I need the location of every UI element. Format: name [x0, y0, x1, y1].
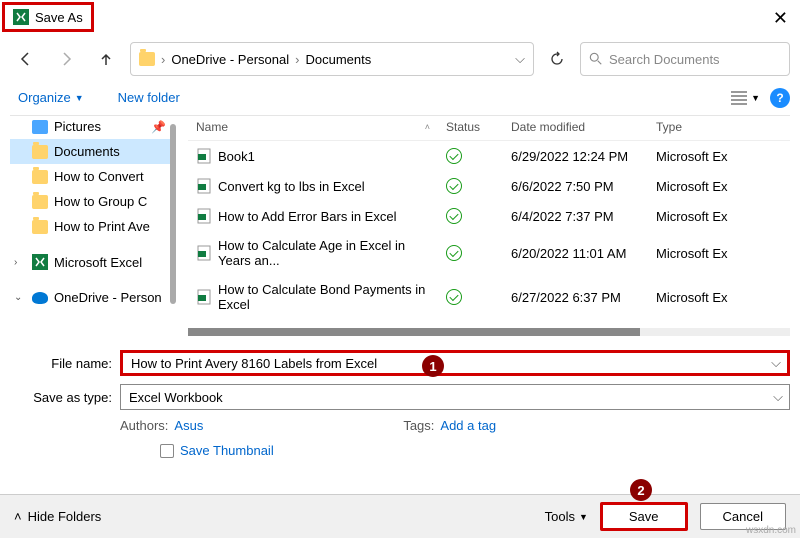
folder-icon	[32, 195, 48, 209]
excel-file-icon	[196, 148, 212, 164]
excel-file-icon	[196, 245, 212, 261]
chevron-down-icon[interactable]: ⌵	[773, 389, 783, 405]
excel-app-icon	[13, 9, 29, 25]
help-button[interactable]: ?	[770, 88, 790, 108]
saveastype-select[interactable]: Excel Workbook⌵	[120, 384, 790, 410]
saveastype-label: Save as type:	[10, 390, 120, 405]
nav-forward-button[interactable]	[50, 43, 82, 75]
tree-item-documents[interactable]: Documents	[10, 139, 170, 164]
nav-up-button[interactable]	[90, 43, 122, 75]
breadcrumb-folder[interactable]: Documents	[305, 52, 371, 67]
refresh-button[interactable]	[542, 44, 572, 74]
tree-item-pictures[interactable]: Pictures📌	[10, 114, 170, 139]
sync-ok-icon	[446, 245, 462, 261]
hide-folders-button[interactable]: ˄Hide Folders	[14, 509, 101, 524]
onedrive-icon	[32, 292, 48, 304]
excel-file-icon	[196, 289, 212, 305]
tags-value[interactable]: Add a tag	[440, 418, 496, 433]
search-icon	[589, 52, 603, 66]
tree-item[interactable]: How to Convert	[10, 164, 170, 189]
file-row[interactable]: How to Add Error Bars in Excel6/4/2022 7…	[188, 201, 790, 231]
folder-icon	[32, 220, 48, 234]
search-input[interactable]: Search Documents	[580, 42, 790, 76]
tree-item-onedrive[interactable]: ⌄OneDrive - Person	[10, 285, 170, 310]
horizontal-scrollbar[interactable]	[188, 328, 790, 336]
sync-ok-icon	[446, 148, 462, 164]
search-placeholder: Search Documents	[609, 52, 720, 67]
window-title-text: Save As	[35, 10, 83, 25]
folder-icon	[32, 145, 48, 159]
excel-icon	[32, 254, 48, 270]
watermark: wsxdn.com	[746, 525, 796, 536]
nav-back-button[interactable]	[10, 43, 42, 75]
save-thumbnail-checkbox[interactable]: Save Thumbnail	[10, 443, 790, 458]
view-options-button[interactable]: ▼	[731, 91, 760, 105]
breadcrumb-root[interactable]: OneDrive - Personal	[171, 52, 289, 67]
filename-input[interactable]: How to Print Avery 8160 Labels from Exce…	[120, 350, 790, 376]
close-button[interactable]: ✕	[773, 8, 788, 29]
crumb-chevron[interactable]: ›	[295, 52, 299, 67]
authors-label: Authors:	[120, 418, 168, 433]
navigation-tree: Pictures📌 Documents How to Convert How t…	[10, 114, 170, 336]
file-row[interactable]: Convert kg to lbs in Excel6/6/2022 7:50 …	[188, 171, 790, 201]
folder-icon	[32, 170, 48, 184]
excel-file-icon	[196, 178, 212, 194]
pictures-icon	[32, 120, 48, 134]
address-dropdown[interactable]: ⌵	[515, 51, 525, 67]
folder-icon	[139, 52, 155, 66]
tree-scrollbar[interactable]	[170, 124, 176, 304]
crumb-chevron[interactable]: ›	[161, 52, 165, 67]
checkbox-icon	[160, 444, 174, 458]
file-row[interactable]: Book16/29/2022 12:24 PMMicrosoft Ex	[188, 141, 790, 171]
chevron-down-icon[interactable]: ⌵	[771, 355, 781, 371]
tree-item[interactable]: How to Print Ave	[10, 214, 170, 239]
window-title: Save As	[2, 2, 94, 32]
tree-item[interactable]: How to Group C	[10, 189, 170, 214]
sync-ok-icon	[446, 289, 462, 305]
excel-file-icon	[196, 208, 212, 224]
file-row[interactable]: How to Calculate Bond Payments in Excel6…	[188, 275, 790, 319]
pin-icon: 📌	[151, 120, 166, 134]
filename-label: File name:	[10, 356, 120, 371]
file-list-header[interactable]: Name˄ Status Date modified Type	[188, 114, 790, 141]
annotation-badge-1: 1	[422, 355, 444, 377]
save-button[interactable]: Save	[600, 502, 688, 531]
sync-ok-icon	[446, 208, 462, 224]
tree-item-excel[interactable]: ›Microsoft Excel	[10, 249, 170, 275]
authors-value[interactable]: Asus	[174, 418, 203, 433]
organize-button[interactable]: Organize ▼	[10, 86, 92, 109]
chevron-up-icon: ˄	[14, 509, 22, 524]
sync-ok-icon	[446, 178, 462, 194]
tools-button[interactable]: Tools ▼	[545, 509, 588, 524]
address-bar[interactable]: › OneDrive - Personal › Documents ⌵	[130, 42, 534, 76]
new-folder-button[interactable]: New folder	[110, 86, 188, 109]
file-row[interactable]: How to Calculate Age in Excel in Years a…	[188, 231, 790, 275]
tags-label: Tags:	[403, 418, 434, 433]
file-list: Name˄ Status Date modified Type Book16/2…	[188, 114, 790, 336]
annotation-badge-2: 2	[630, 479, 652, 501]
